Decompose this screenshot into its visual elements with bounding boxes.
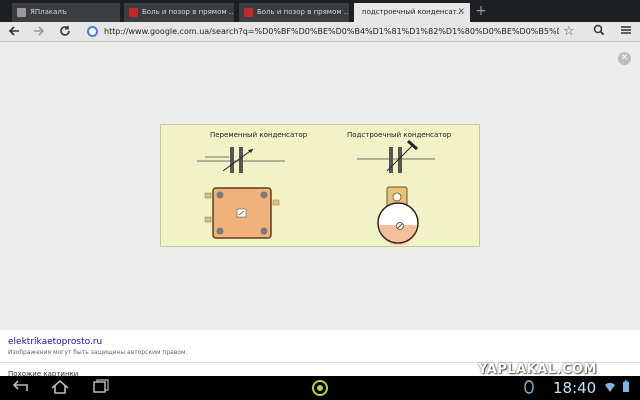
watermark: YAPLAKAL.COM (478, 362, 597, 377)
back-icon[interactable] (10, 379, 30, 400)
close-tab-icon[interactable]: ✕ (457, 3, 465, 22)
tab-title: подстроечный конденсат... (362, 8, 464, 16)
trimmer-capacitor-component (377, 186, 419, 245)
app-launcher-icon[interactable] (312, 380, 328, 396)
capacitor-drawing (197, 139, 435, 245)
tab-title: Боль и позор в прямом ... (257, 8, 349, 16)
image-info-panel: elektrikaetoprosto.ru Изображения могут … (0, 330, 640, 378)
tab-title: ЯПлакалъ (30, 8, 67, 16)
home-icon[interactable] (50, 379, 70, 400)
close-icon[interactable]: ✕ (618, 52, 631, 65)
tab-favicon-icon (17, 8, 26, 17)
menu-icon[interactable] (620, 24, 632, 40)
variable-capacitor-symbol (197, 147, 285, 173)
tab-favicon-icon (129, 8, 138, 17)
variable-capacitor-component (204, 187, 280, 239)
tab-favicon-icon (244, 8, 253, 17)
search-icon[interactable] (593, 24, 605, 40)
notification-icon[interactable] (523, 380, 535, 399)
arrow-left-icon[interactable] (6, 24, 22, 40)
clock: 18:40 (553, 379, 597, 397)
recent-apps-icon[interactable] (90, 379, 110, 400)
url-field[interactable]: http://www.google.com.ua/search?q=%D0%BF… (104, 25, 559, 39)
address-toolbar: http://www.google.com.ua/search?q=%D0%BF… (0, 22, 640, 42)
source-site-link[interactable]: elektrikaetoprosto.ru (8, 337, 102, 347)
system-bar: 18:40 (0, 376, 640, 400)
image-viewer: ✕ Переменный конденсатор Подстроечный ко… (0, 43, 640, 330)
tab-strip: ЯПлакалъ Боль и позор в прямом ... Боль … (0, 0, 640, 22)
tab-podstroechny[interactable]: подстроечный конденсат... ✕ (354, 3, 470, 22)
new-tab-button[interactable]: + (473, 3, 489, 19)
battery-icon (622, 380, 630, 398)
screen: ЯПлакалъ Боль и позор в прямом ... Боль … (0, 0, 640, 400)
copyright-notice: Изображения могут быть защищены авторски… (8, 349, 188, 356)
reload-icon[interactable] (57, 24, 73, 40)
tab-title: Боль и позор в прямом ... (142, 8, 234, 16)
tab-bol-2[interactable]: Боль и позор в прямом ... (239, 3, 349, 22)
tab-bol-1[interactable]: Боль и позор в прямом ... (124, 3, 234, 22)
trimmer-capacitor-symbol (357, 139, 435, 173)
wifi-icon (604, 380, 616, 398)
google-site-icon (87, 26, 98, 37)
arrow-right-icon[interactable] (31, 24, 47, 40)
capacitor-figure[interactable]: Переменный конденсатор Подстроечный конд… (160, 124, 480, 247)
star-icon[interactable]: ☆ (563, 24, 575, 40)
tab-yaplakal[interactable]: ЯПлакалъ (12, 3, 120, 22)
